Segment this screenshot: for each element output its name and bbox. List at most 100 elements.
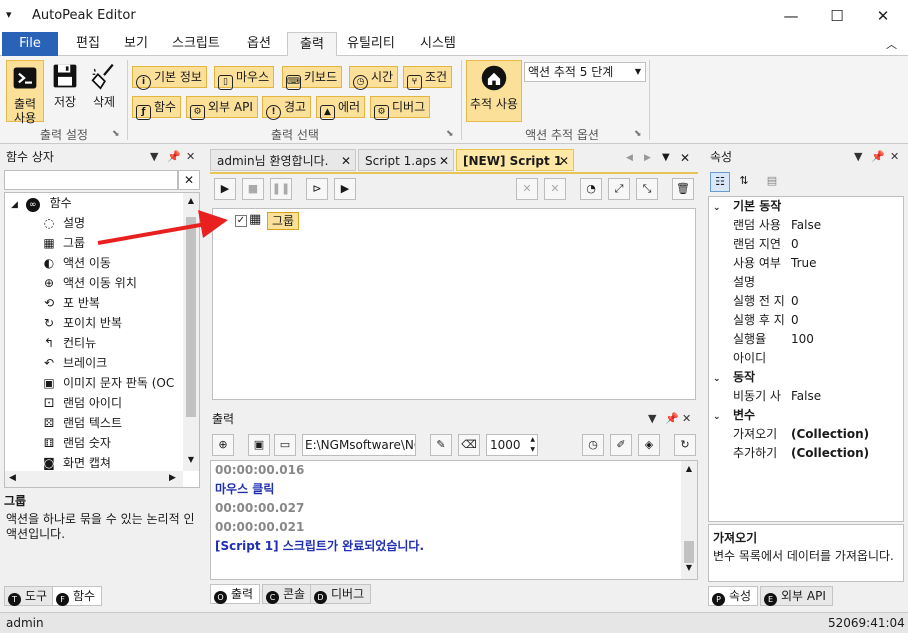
property-row[interactable]: 사용 여부 True (709, 254, 903, 273)
panel-menu-icon[interactable]: ▼ (150, 146, 158, 168)
stop-button[interactable]: ■ (242, 178, 264, 200)
delete-output-button[interactable]: 삭제 (86, 62, 122, 122)
timer-button[interactable]: ◔ (580, 178, 602, 200)
tree-item-group[interactable]: ▦ 그룹 (41, 233, 199, 253)
pause-button[interactable]: ❚❚ (270, 178, 292, 200)
debug-button[interactable]: ⚙ 디버그 (370, 96, 431, 120)
save-log-button[interactable]: ▣ (248, 434, 270, 456)
brush-button[interactable]: ✐ (610, 434, 632, 456)
tab-list-icon[interactable]: ▼ (662, 152, 670, 163)
mouse-button[interactable]: ▯ 마우스 (214, 66, 275, 90)
property-value[interactable]: False (791, 218, 821, 232)
tree-item-continue[interactable]: ↰ 컨티뉴 (41, 333, 199, 353)
expand-arrow-icon[interactable]: ◢ (11, 200, 18, 210)
tab-output[interactable]: 출력 (287, 32, 337, 57)
script-canvas[interactable]: ✓ ▦ 그룹 (212, 208, 696, 400)
property-category[interactable]: ⌄ 기본 동작 (709, 197, 903, 216)
tree-item-break[interactable]: ↶ 브레이크 (41, 353, 199, 373)
refresh-button[interactable]: ↻ (674, 434, 696, 456)
tree-item-random-text[interactable]: ⚄ 랜덤 텍스트 (41, 413, 199, 433)
property-value[interactable]: False (791, 389, 821, 403)
close-document-icon[interactable]: ✕ (680, 151, 690, 165)
property-row[interactable]: 실행율 100 (709, 330, 903, 349)
alphabetical-view-button[interactable]: ⇅ (734, 172, 754, 192)
tab-properties[interactable]: P 속성 (708, 586, 759, 606)
collapse-all-button[interactable]: ⤡ (636, 178, 658, 200)
new-log-button[interactable]: ⊕ (212, 434, 234, 456)
tree-horizontal-scrollbar[interactable]: ◀ ▶ (5, 471, 183, 487)
close-button[interactable]: ✕ (860, 0, 906, 32)
property-value[interactable]: 0 (791, 237, 799, 251)
tree-item-random-id[interactable]: ⚀ 랜덤 아이디 (41, 393, 199, 413)
property-row[interactable]: 가져오기 (Collection) (709, 425, 903, 444)
doc-tab-welcome[interactable]: admin님 환영합니다. ✕ (210, 149, 356, 171)
log-path-input[interactable]: E:\NGMsoftware\NG (302, 434, 416, 456)
property-row[interactable]: 설명 (709, 273, 903, 292)
property-row[interactable]: 비동기 사 False (709, 387, 903, 406)
doc-tab-new-script[interactable]: [NEW] Script 1 ✕ (456, 149, 574, 171)
doc-tab-script-file[interactable]: Script 1.aps ✕ (358, 149, 454, 171)
property-category[interactable]: ⌄ 동작 (709, 368, 903, 387)
scroll-down-icon[interactable]: ▼ (681, 563, 697, 572)
property-row[interactable]: 실행 전 지 0 (709, 292, 903, 311)
group-checkbox[interactable]: ✓ (235, 215, 247, 227)
tab-view[interactable]: 보기 (112, 32, 160, 56)
log-scrollbar[interactable]: ▲ ▼ (681, 461, 697, 579)
function-button[interactable]: ƒ 함수 (132, 96, 182, 120)
property-value[interactable]: 0 (791, 294, 799, 308)
tree-item-action-move-position[interactable]: ⊕ 액션 이동 위치 (41, 273, 199, 293)
scroll-left-icon[interactable]: ◀ (9, 473, 16, 483)
property-row[interactable]: 랜덤 지연 0 (709, 235, 903, 254)
dialog-launcher-icon[interactable]: ⬊ (634, 129, 642, 139)
stepper-arrows-icon[interactable]: ▲ ▼ (530, 435, 535, 455)
scroll-down-icon[interactable]: ▼ (183, 455, 199, 464)
panel-close-icon[interactable]: ✕ (186, 146, 195, 168)
play-button[interactable]: ▶ (214, 178, 236, 200)
panel-menu-icon[interactable]: ▼ (648, 408, 656, 430)
tree-item-for-loop[interactable]: ⟲ 포 반복 (41, 293, 199, 313)
tab-system[interactable]: 시스템 (408, 32, 468, 56)
warning-button[interactable]: ! 경고 (262, 96, 312, 120)
property-pages-button[interactable]: ▤ (762, 172, 782, 192)
log-limit-stepper[interactable]: 1000 ▲ ▼ (486, 434, 538, 456)
use-trace-button[interactable]: 추적 사용 (466, 60, 522, 122)
function-search-input[interactable] (4, 170, 178, 190)
condition-button[interactable]: ⑂ 조건 (403, 66, 453, 90)
error-button[interactable]: ▲ 에러 (316, 96, 366, 120)
run-selected-button[interactable]: ▶ (334, 178, 356, 200)
scroll-right-icon[interactable]: ▶ (169, 473, 176, 483)
tab-external-api[interactable]: E 외부 API (760, 586, 833, 606)
tree-vertical-scrollbar[interactable]: ▲ ▼ (183, 193, 199, 471)
tree-item-random-number[interactable]: ⚅ 랜덤 숫자 (41, 433, 199, 453)
property-row[interactable]: 아이디 (709, 349, 903, 368)
tab-scroll-left-icon[interactable]: ◀ (626, 153, 633, 163)
group-node[interactable]: 그룹 (267, 212, 300, 230)
property-category[interactable]: ⌄ 변수 (709, 406, 903, 425)
scroll-up-icon[interactable]: ▲ (183, 193, 199, 209)
property-value[interactable]: (Collection) (791, 446, 869, 460)
clear-search-button[interactable]: ✕ (178, 170, 200, 190)
property-row[interactable]: 실행 후 지 0 (709, 311, 903, 330)
tab-edit[interactable]: 편집 (64, 32, 112, 56)
dialog-launcher-icon[interactable]: ⬊ (112, 129, 120, 139)
categorized-view-button[interactable]: ☷ (710, 172, 730, 192)
property-value[interactable]: True (791, 256, 817, 270)
scroll-up-icon[interactable]: ▲ (681, 461, 697, 477)
info-button[interactable]: i 기본 정보 (132, 66, 207, 90)
scroll-thumb[interactable] (186, 217, 196, 417)
step-button[interactable]: ⊳ (306, 178, 328, 200)
tab-script[interactable]: 스크립트 (160, 32, 232, 56)
tab-debug[interactable]: D 디버그 (310, 584, 372, 604)
tab-utility[interactable]: 유틸리티 (335, 32, 407, 56)
tab-scroll-right-icon[interactable]: ▶ (644, 153, 651, 163)
tree-root[interactable]: ◢ ∞ 함수 (5, 193, 199, 213)
external-api-button[interactable]: ⚙ 외부 API (186, 96, 258, 120)
pin-icon[interactable]: 📌 (871, 146, 885, 168)
collapse-ribbon-icon[interactable]: ︿ (886, 36, 897, 52)
tree-item-foreach-loop[interactable]: ↻ 포이치 반복 (41, 313, 199, 333)
property-row[interactable]: 랜덤 사용 False (709, 216, 903, 235)
panel-close-icon[interactable]: ✕ (890, 146, 899, 168)
tab-console[interactable]: C 콘솔 (262, 584, 313, 604)
panel-menu-icon[interactable]: ▼ (854, 146, 862, 168)
time-button[interactable]: ◷ 시간 (349, 66, 399, 90)
